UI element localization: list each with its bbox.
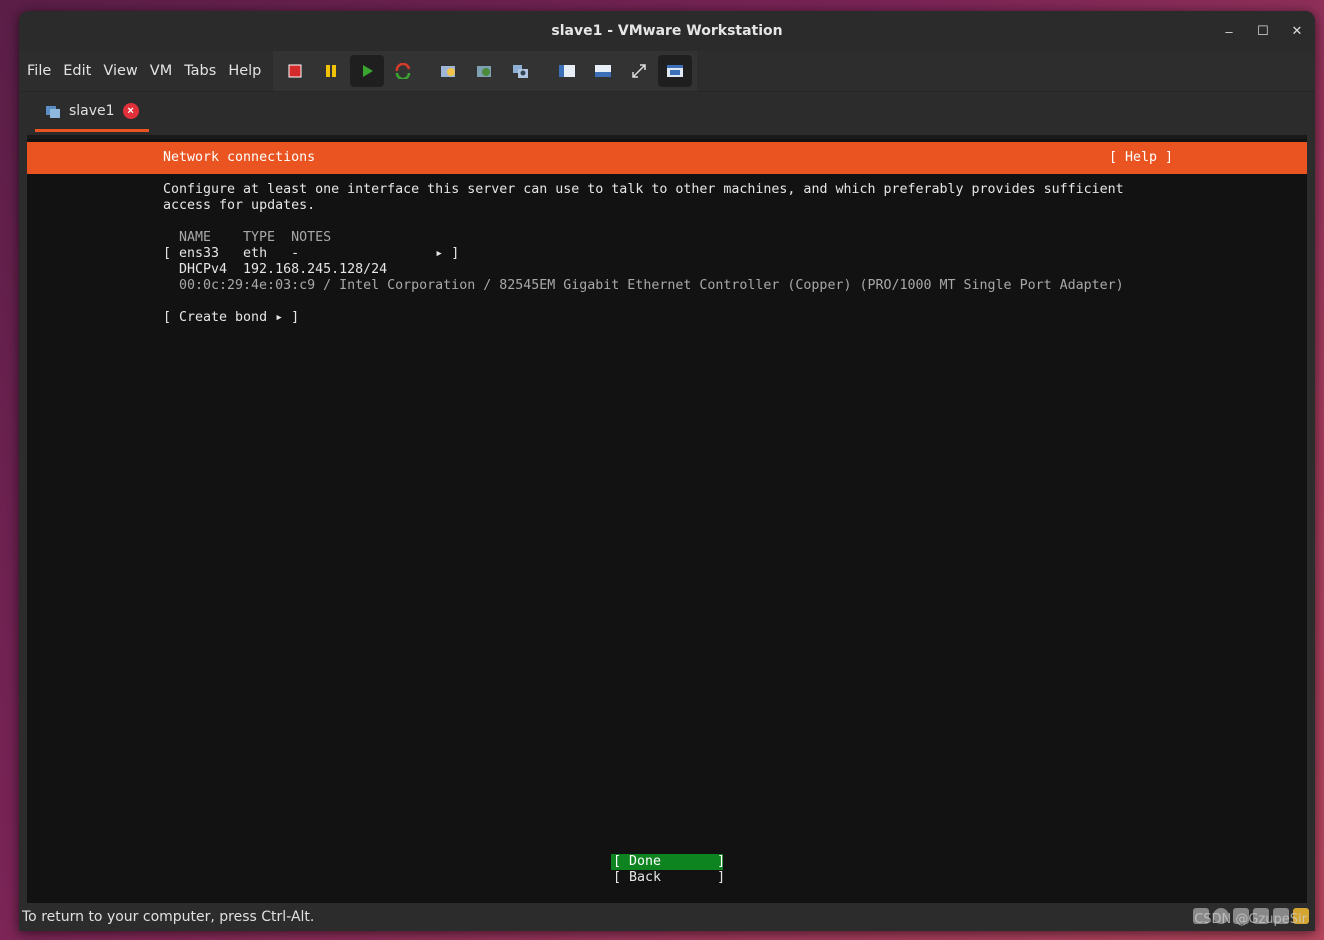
tab-bar: slave1 ×	[19, 91, 1315, 132]
watermark: CSDN @GzupeSir	[1194, 912, 1307, 927]
maximize-button[interactable]: ☐	[1253, 21, 1273, 41]
menu-tabs[interactable]: Tabs	[178, 63, 222, 79]
title-bar[interactable]: slave1 - VMware Workstation – ☐ ✕	[19, 11, 1315, 51]
interface-row-ens33[interactable]: [ ens33 eth - ▸ ]	[163, 246, 459, 261]
help-button[interactable]: [ Help ]	[1109, 150, 1173, 165]
status-message: To return to your computer, press Ctrl-A…	[22, 909, 315, 925]
back-button[interactable]: [ Back ]	[613, 870, 725, 885]
create-bond-button[interactable]: [ Create bond ▸ ]	[163, 310, 299, 325]
snapshot-icon[interactable]	[432, 55, 466, 87]
installer-header: Network connections [ Help ]	[27, 142, 1307, 174]
power-off-icon[interactable]	[278, 55, 312, 87]
show-library-icon[interactable]	[550, 55, 584, 87]
page-title: Network connections	[163, 150, 316, 165]
dhcp-row: DHCPv4 192.168.245.128/24	[179, 262, 388, 277]
status-bar: To return to your computer, press Ctrl-A…	[19, 903, 1315, 931]
vmware-window: slave1 - VMware Workstation – ☐ ✕ File E…	[19, 11, 1315, 931]
revert-snapshot-icon[interactable]	[468, 55, 502, 87]
done-button[interactable]: [ Done ]	[613, 854, 725, 869]
table-header: NAME TYPE NOTES	[179, 230, 332, 245]
snapshot-manager-icon[interactable]	[504, 55, 538, 87]
menu-edit[interactable]: Edit	[57, 63, 97, 79]
window-title: slave1 - VMware Workstation	[551, 23, 783, 39]
description-line-1: Configure at least one interface this se…	[163, 182, 1124, 197]
tab-label: slave1	[69, 102, 115, 119]
tab-slave1[interactable]: slave1 ×	[35, 92, 149, 132]
suspend-icon[interactable]	[314, 55, 348, 87]
close-button[interactable]: ✕	[1287, 21, 1307, 41]
close-tab-icon[interactable]: ×	[122, 102, 139, 119]
menu-help[interactable]: Help	[222, 63, 267, 79]
reset-icon[interactable]	[386, 55, 420, 87]
vm-console[interactable]: Network connections [ Help ] Configure a…	[27, 135, 1307, 903]
hardware-info-row: 00:0c:29:4e:03:c9 / Intel Corporation / …	[179, 278, 1124, 293]
toolbar	[273, 51, 698, 91]
thumbnail-bar-icon[interactable]	[586, 55, 620, 87]
fullscreen-icon[interactable]	[622, 55, 656, 87]
menu-file[interactable]: File	[21, 63, 57, 79]
minimize-button[interactable]: –	[1219, 21, 1239, 41]
menu-vm[interactable]: VM	[144, 63, 178, 79]
vm-icon	[46, 105, 60, 118]
menu-view[interactable]: View	[97, 63, 143, 79]
unity-icon[interactable]	[658, 55, 693, 87]
menu-bar: File Edit View VM Tabs Help	[19, 51, 1315, 91]
power-on-icon[interactable]	[350, 55, 385, 87]
description-line-2: access for updates.	[163, 198, 316, 213]
